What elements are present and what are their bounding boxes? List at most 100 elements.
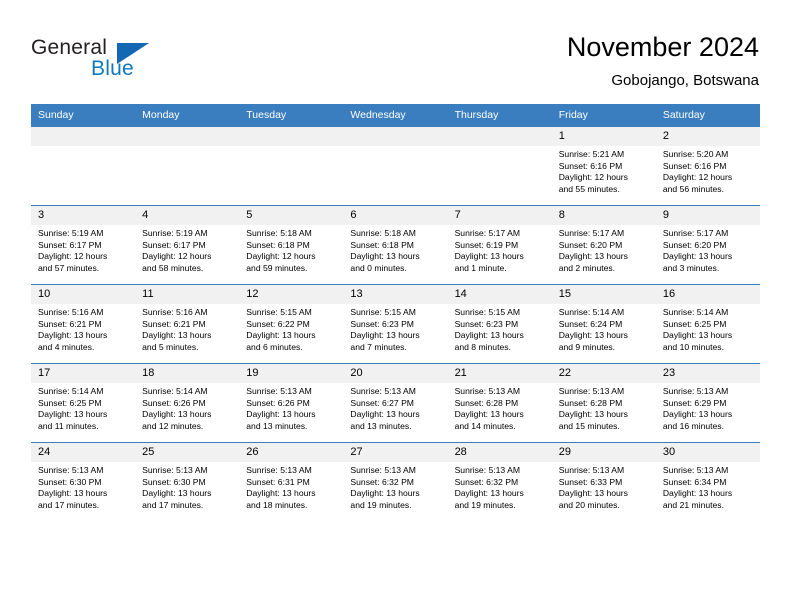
day-number bbox=[31, 127, 136, 146]
day-number bbox=[343, 127, 448, 146]
calendar-day-cell[interactable]: 25 Sunrise: 5:13 AM Sunset: 6:30 PM Dayligh… bbox=[135, 442, 240, 521]
calendar-week-row: 10 Sunrise: 5:16 AM Sunset: 6:21 PM Dayligh… bbox=[31, 284, 760, 364]
weekday-header-saturday: Saturday bbox=[655, 104, 760, 127]
calendar-cell-empty bbox=[135, 126, 240, 206]
calendar-day-cell[interactable]: 10 Sunrise: 5:16 AM Sunset: 6:21 PM Dayligh… bbox=[31, 284, 136, 364]
general-blue-logo[interactable]: General Blue bbox=[31, 36, 171, 84]
sunrise-text: Sunrise: 5:13 AM bbox=[558, 465, 625, 475]
calendar-day-cell[interactable]: 16 Sunrise: 5:14 AM Sunset: 6:25 PM Dayligh… bbox=[655, 284, 760, 364]
sunset-text: Sunset: 6:31 PM bbox=[246, 476, 310, 487]
daylight-text-cont: and 18 minutes. bbox=[246, 500, 308, 511]
sunset-text: Sunset: 6:30 PM bbox=[142, 476, 206, 487]
calendar-day-cell[interactable]: 8 Sunrise: 5:17 AM Sunset: 6:20 PM Daylight… bbox=[551, 205, 656, 285]
day-number: 29 bbox=[551, 443, 656, 462]
sunset-text: Sunset: 6:33 PM bbox=[558, 476, 623, 487]
calendar-day-cell[interactable]: 5 Sunrise: 5:18 AM Sunset: 6:18 PM Daylight… bbox=[239, 205, 344, 285]
calendar-day-cell[interactable]: 19 Sunrise: 5:13 AM Sunset: 6:26 PM Dayligh… bbox=[239, 363, 344, 443]
location-subtitle: Gobojango, Botswana bbox=[611, 72, 759, 89]
calendar-header-row: Sunday Monday Tuesday Wednesday Thursday… bbox=[31, 104, 760, 127]
calendar-day-cell[interactable]: 22 Sunrise: 5:13 AM Sunset: 6:28 PM Dayligh… bbox=[551, 363, 656, 443]
weekday-header-tuesday: Tuesday bbox=[239, 104, 344, 127]
daylight-text-cont: and 20 minutes. bbox=[558, 500, 620, 511]
calendar-day-cell[interactable]: 23 Sunrise: 5:13 AM Sunset: 6:29 PM Dayligh… bbox=[655, 363, 760, 443]
sunset-text: Sunset: 6:32 PM bbox=[454, 476, 519, 487]
calendar-day-cell[interactable]: 9 Sunrise: 5:17 AM Sunset: 6:20 PM Daylight… bbox=[655, 205, 760, 285]
calendar-day-cell[interactable]: 4 Sunrise: 5:19 AM Sunset: 6:17 PM Daylight… bbox=[135, 205, 240, 285]
sunset-text: Sunset: 6:20 PM bbox=[662, 239, 727, 250]
calendar-day-cell[interactable]: 12 Sunrise: 5:15 AM Sunset: 6:22 PM Dayligh… bbox=[239, 284, 344, 364]
sunrise-text: Sunrise: 5:13 AM bbox=[246, 465, 312, 475]
weekday-header-friday: Friday bbox=[551, 104, 656, 127]
sunset-text: Sunset: 6:18 PM bbox=[350, 239, 414, 250]
sunrise-text: Sunrise: 5:13 AM bbox=[558, 386, 625, 396]
day-details: Sunrise: 5:19 AM Sunset: 6:17 PM Daylight:… bbox=[31, 225, 135, 275]
day-number: 5 bbox=[239, 206, 344, 225]
daylight-text-cont: and 7 minutes. bbox=[350, 342, 407, 353]
sunset-text: Sunset: 6:21 PM bbox=[142, 318, 206, 329]
calendar-day-cell[interactable]: 17 Sunrise: 5:14 AM Sunset: 6:25 PM Dayligh… bbox=[31, 363, 136, 443]
day-number: 9 bbox=[655, 206, 760, 225]
daylight-text: Daylight: 13 hours bbox=[662, 330, 733, 341]
calendar-cell-empty bbox=[31, 126, 136, 206]
day-details: Sunrise: 5:13 AM Sunset: 6:30 PM Daylight:… bbox=[135, 462, 239, 512]
daylight-text-cont: and 9 minutes. bbox=[558, 342, 616, 353]
daylight-text: Daylight: 13 hours bbox=[454, 488, 524, 499]
sunset-text: Sunset: 6:16 PM bbox=[662, 160, 727, 171]
calendar-day-cell[interactable]: 24 Sunrise: 5:13 AM Sunset: 6:30 PM Dayligh… bbox=[31, 442, 136, 521]
calendar-day-cell[interactable]: 6 Sunrise: 5:18 AM Sunset: 6:18 PM Daylight… bbox=[343, 205, 448, 285]
daylight-text-cont: and 1 minute. bbox=[454, 263, 507, 274]
daylight-text: Daylight: 13 hours bbox=[246, 330, 316, 341]
calendar-day-cell[interactable]: 20 Sunrise: 5:13 AM Sunset: 6:27 PM Dayligh… bbox=[343, 363, 448, 443]
sunset-text: Sunset: 6:28 PM bbox=[454, 397, 519, 408]
daylight-text-cont: and 10 minutes. bbox=[662, 342, 724, 353]
calendar-day-cell[interactable]: 29 Sunrise: 5:13 AM Sunset: 6:33 PM Dayligh… bbox=[551, 442, 656, 521]
sunrise-text: Sunrise: 5:17 AM bbox=[558, 228, 625, 238]
day-details: Sunrise: 5:15 AM Sunset: 6:23 PM Daylight:… bbox=[448, 304, 552, 354]
calendar-day-cell[interactable]: 28 Sunrise: 5:13 AM Sunset: 6:32 PM Dayligh… bbox=[447, 442, 552, 521]
sunset-text: Sunset: 6:17 PM bbox=[38, 239, 102, 250]
daylight-text-cont: and 5 minutes. bbox=[142, 342, 199, 353]
day-details: Sunrise: 5:13 AM Sunset: 6:33 PM Daylight:… bbox=[552, 462, 656, 512]
day-number: 17 bbox=[31, 364, 136, 383]
sunset-text: Sunset: 6:20 PM bbox=[558, 239, 623, 250]
calendar-day-cell[interactable]: 27 Sunrise: 5:13 AM Sunset: 6:32 PM Dayligh… bbox=[343, 442, 448, 521]
daylight-text-cont: and 8 minutes. bbox=[454, 342, 511, 353]
calendar-day-cell[interactable]: 14 Sunrise: 5:15 AM Sunset: 6:23 PM Dayligh… bbox=[447, 284, 552, 364]
sunrise-text: Sunrise: 5:16 AM bbox=[142, 307, 208, 317]
sunset-text: Sunset: 6:24 PM bbox=[558, 318, 623, 329]
calendar-day-cell[interactable]: 13 Sunrise: 5:15 AM Sunset: 6:23 PM Dayligh… bbox=[343, 284, 448, 364]
day-details: Sunrise: 5:13 AM Sunset: 6:30 PM Daylight:… bbox=[31, 462, 135, 512]
daylight-text: Daylight: 13 hours bbox=[350, 409, 420, 420]
day-details: Sunrise: 5:17 AM Sunset: 6:19 PM Daylight:… bbox=[448, 225, 552, 275]
daylight-text-cont: and 19 minutes. bbox=[454, 500, 516, 511]
day-details: Sunrise: 5:16 AM Sunset: 6:21 PM Daylight:… bbox=[135, 304, 239, 354]
daylight-text: Daylight: 13 hours bbox=[662, 488, 733, 499]
sunrise-text: Sunrise: 5:15 AM bbox=[350, 307, 416, 317]
daylight-text: Daylight: 13 hours bbox=[142, 409, 212, 420]
logo-text-blue: Blue bbox=[91, 57, 134, 80]
day-number: 1 bbox=[551, 127, 656, 146]
calendar-day-cell[interactable]: 26 Sunrise: 5:13 AM Sunset: 6:31 PM Dayligh… bbox=[239, 442, 344, 521]
daylight-text-cont: and 3 minutes. bbox=[662, 263, 720, 274]
calendar-day-cell[interactable]: 7 Sunrise: 5:17 AM Sunset: 6:19 PM Daylight… bbox=[447, 205, 552, 285]
daylight-text-cont: and 6 minutes. bbox=[246, 342, 303, 353]
calendar-day-cell[interactable]: 30 Sunrise: 5:13 AM Sunset: 6:34 PM Dayligh… bbox=[655, 442, 760, 521]
sunrise-text: Sunrise: 5:19 AM bbox=[142, 228, 208, 238]
calendar-day-cell[interactable]: 2 Sunrise: 5:20 AM Sunset: 6:16 PM Daylight… bbox=[655, 126, 760, 206]
calendar-day-cell[interactable]: 21 Sunrise: 5:13 AM Sunset: 6:28 PM Dayligh… bbox=[447, 363, 552, 443]
sunset-text: Sunset: 6:32 PM bbox=[350, 476, 414, 487]
sunrise-text: Sunrise: 5:14 AM bbox=[142, 386, 208, 396]
calendar-page: General Blue November 2024 Gobojango, Bo… bbox=[0, 0, 792, 612]
calendar-day-cell[interactable]: 3 Sunrise: 5:19 AM Sunset: 6:17 PM Daylight… bbox=[31, 205, 136, 285]
calendar-day-cell[interactable]: 11 Sunrise: 5:16 AM Sunset: 6:21 PM Dayligh… bbox=[135, 284, 240, 364]
calendar-week-row: 17 Sunrise: 5:14 AM Sunset: 6:25 PM Dayligh… bbox=[31, 363, 760, 443]
day-number: 26 bbox=[239, 443, 344, 462]
daylight-text: Daylight: 13 hours bbox=[662, 251, 733, 262]
daylight-text-cont: and 19 minutes. bbox=[350, 500, 412, 511]
daylight-text: Daylight: 13 hours bbox=[454, 330, 524, 341]
daylight-text-cont: and 12 minutes. bbox=[142, 421, 204, 432]
calendar-day-cell[interactable]: 18 Sunrise: 5:14 AM Sunset: 6:26 PM Dayligh… bbox=[135, 363, 240, 443]
calendar-day-cell[interactable]: 1 Sunrise: 5:21 AM Sunset: 6:16 PM Daylight… bbox=[551, 126, 656, 206]
calendar-day-cell[interactable]: 15 Sunrise: 5:14 AM Sunset: 6:24 PM Dayligh… bbox=[551, 284, 656, 364]
day-details: Sunrise: 5:13 AM Sunset: 6:31 PM Daylight:… bbox=[239, 462, 343, 512]
